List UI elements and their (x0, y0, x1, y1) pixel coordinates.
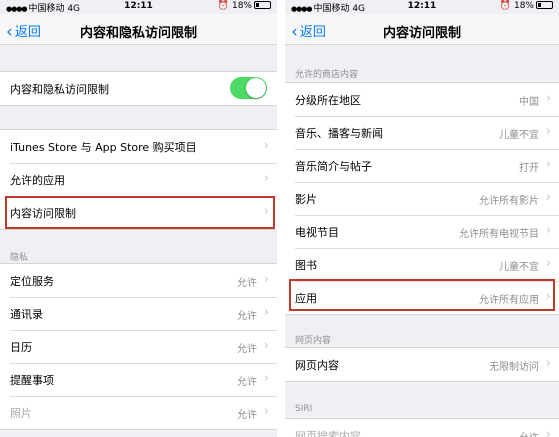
chevron-right-icon: › (545, 289, 551, 304)
list-item-location[interactable]: 定位服务 允许 › (0, 264, 277, 297)
chevron-right-icon: › (545, 124, 551, 139)
content-privacy-toggle[interactable] (230, 77, 267, 99)
alarm-icon: ⏰ (217, 1, 230, 11)
section-header-privacy: 隐私 (10, 253, 29, 263)
nav-bar: ‹ 返回 内容访问限制 (285, 14, 559, 45)
list-item-allowed-apps[interactable]: 允许的应用 › (0, 163, 277, 196)
store-group: 分级所在地区 中国 › 音乐、播客与新闻 儿童不宜 › 音乐简介与帖子 打开 ›… (285, 82, 559, 315)
section-header-store: 允许的商店内容 (295, 70, 359, 80)
privacy-group: 定位服务 允许 › 通讯录 允许 › 日历 允许 › 提醒事项 允许 › 照片 … (0, 263, 277, 430)
chevron-right-icon: › (263, 272, 269, 287)
list-item-reminders[interactable]: 提醒事项 允许 › (0, 363, 277, 396)
battery-icon (536, 1, 553, 9)
chevron-right-icon: › (545, 190, 551, 205)
status-bar: ●●●● 中国移动 4G 12:11 ⏰ 18% (285, 0, 559, 14)
page-title: 内容和隐私访问限制 (79, 26, 197, 41)
chevron-right-icon: › (263, 171, 269, 186)
chevron-right-icon: › (545, 427, 551, 437)
right-screen: ●●●● 中国移动 4G 12:11 ⏰ 18% ‹ 返回 内容访问限制 允许的商店… (285, 0, 559, 437)
chevron-right-icon: › (263, 338, 269, 353)
list-item-apps[interactable]: 应用 允许所有应用 › (285, 281, 559, 314)
list-item-music-podcasts-news[interactable]: 音乐、播客与新闻 儿童不宜 › (285, 116, 559, 149)
web-group: 网页内容 无限制访问 › (285, 347, 559, 382)
list-item-tv-shows[interactable]: 电视节目 允许所有电视节目 › (285, 215, 559, 248)
chevron-right-icon: › (545, 223, 551, 238)
section-header-siri: SIRI (295, 404, 313, 414)
chevron-right-icon: › (545, 356, 551, 371)
chevron-right-icon: › (263, 204, 269, 219)
chevron-right-icon: › (263, 138, 269, 153)
chevron-right-icon: › (545, 256, 551, 271)
chevron-right-icon: › (263, 305, 269, 320)
nav-bar: ‹ 返回 内容和隐私访问限制 (0, 14, 277, 45)
left-screen: ●●●● 中国移动 4G 12:11 ⏰ 18% ‹ 返回 内容和隐私访问限制 内容… (0, 0, 277, 437)
toggle-group: 内容和隐私访问限制 (0, 71, 277, 106)
content-privacy-toggle-row: 内容和隐私访问限制 (0, 72, 277, 105)
battery-percent: 18% (231, 1, 252, 11)
page-title: 内容访问限制 (382, 26, 461, 41)
list-item-region[interactable]: 分级所在地区 中国 › (285, 83, 559, 116)
battery-icon (254, 1, 271, 9)
list-item-photos[interactable]: 照片 允许 › (0, 396, 277, 429)
list-item-content-restrictions[interactable]: 内容访问限制 › (0, 196, 277, 229)
alarm-icon: ⏰ (499, 1, 512, 11)
chevron-right-icon: › (263, 371, 269, 386)
toggle-knob (246, 78, 266, 98)
chevron-right-icon: › (545, 91, 551, 106)
list-item-web-search[interactable]: 网页搜索内容 允许 › (285, 419, 559, 437)
chevron-right-icon: › (263, 404, 269, 419)
list-item-music-profiles[interactable]: 音乐简介与帖子 打开 › (285, 149, 559, 182)
list-item-contacts[interactable]: 通讯录 允许 › (0, 297, 277, 330)
status-bar: ●●●● 中国移动 4G 12:11 ⏰ 18% (0, 0, 277, 14)
list-item-store-purchases[interactable]: iTunes Store 与 App Store 购买项目 › (0, 130, 277, 163)
list-item-calendar[interactable]: 日历 允许 › (0, 330, 277, 363)
list-item-web-content[interactable]: 网页内容 无限制访问 › (285, 348, 559, 381)
list-item-movies[interactable]: 影片 允许所有影片 › (285, 182, 559, 215)
section-header-web: 网页内容 (295, 336, 332, 346)
list-item-books[interactable]: 图书 儿童不宜 › (285, 248, 559, 281)
chevron-right-icon: › (545, 157, 551, 172)
siri-group: 网页搜索内容 允许 › (285, 418, 559, 437)
settings-group: iTunes Store 与 App Store 购买项目 › 允许的应用 › … (0, 129, 277, 230)
battery-percent: 18% (513, 1, 534, 11)
